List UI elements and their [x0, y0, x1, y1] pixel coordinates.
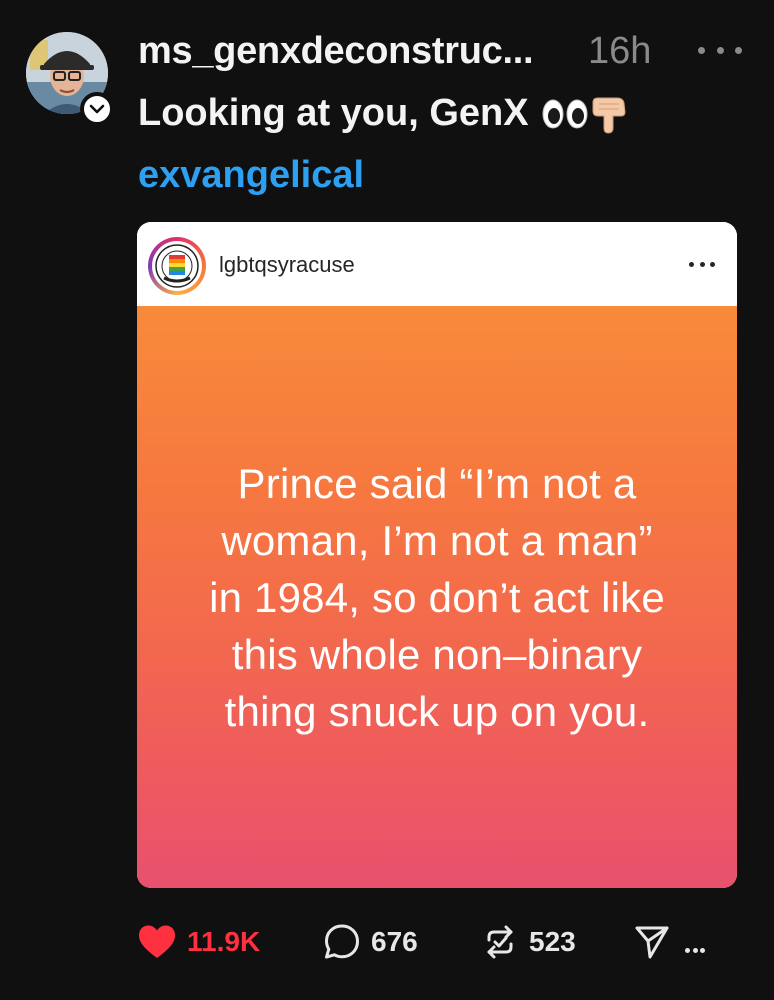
repost-button[interactable]: 523	[481, 918, 576, 966]
like-button[interactable]: 11.9K	[137, 918, 260, 966]
embed-avatar[interactable]	[148, 237, 206, 295]
heart-icon	[139, 925, 175, 958]
quote-text: Prince said “I’m not a woman, I’m not a …	[137, 306, 737, 888]
pointing-down-hand-icon	[592, 97, 626, 134]
quote-line: in 1984, so don’t act like	[209, 573, 665, 621]
action-bar: 11.9K 676 523	[137, 918, 757, 966]
post-caption: Looking at you, GenX	[138, 92, 631, 135]
embed-header: lgbtqsyracuse	[137, 222, 737, 306]
embed-account-name[interactable]: lgbtqsyracuse	[219, 252, 355, 278]
caption-text: Looking at you, GenX	[138, 92, 529, 134]
like-count: 11.9K	[187, 926, 261, 957]
embedded-instagram-post[interactable]: lgbtqsyracuse Prince said “I’m not a wom…	[137, 222, 737, 888]
send-icon	[635, 926, 669, 959]
rainbow-fist-logo-icon	[155, 244, 199, 288]
repost-icon	[487, 925, 513, 959]
caption-emojis	[541, 94, 631, 134]
reply-button[interactable]: 676	[323, 918, 418, 966]
quote-line: Prince said “I’m not a	[237, 459, 637, 507]
quote-line: woman, I’m not a man”	[221, 516, 653, 564]
share-button[interactable]	[633, 918, 671, 966]
thread-post: ms_genxdeconstruc... 16h Looking at you,…	[0, 0, 774, 1000]
comment-icon	[325, 924, 359, 959]
chevron-down-icon	[89, 104, 105, 114]
timestamp: 16h	[588, 30, 652, 72]
follow-badge[interactable]	[80, 92, 114, 126]
quote-line: this whole non–binary	[231, 630, 643, 678]
repost-count: 523	[529, 926, 576, 957]
more-icon[interactable]	[685, 948, 705, 954]
topic-tag-link[interactable]: exvangelical	[138, 154, 364, 197]
more-options-icon[interactable]	[698, 40, 742, 60]
eyes-emoji-icon	[542, 99, 588, 128]
quote-image: Prince said “I’m not a woman, I’m not a …	[137, 306, 737, 888]
author-avatar-wrap[interactable]	[26, 32, 114, 126]
username[interactable]: ms_genxdeconstruc...	[138, 30, 534, 73]
quote-line: thing snuck up on you.	[224, 687, 650, 735]
embed-more-icon[interactable]	[689, 260, 715, 268]
reply-count: 676	[371, 926, 418, 957]
